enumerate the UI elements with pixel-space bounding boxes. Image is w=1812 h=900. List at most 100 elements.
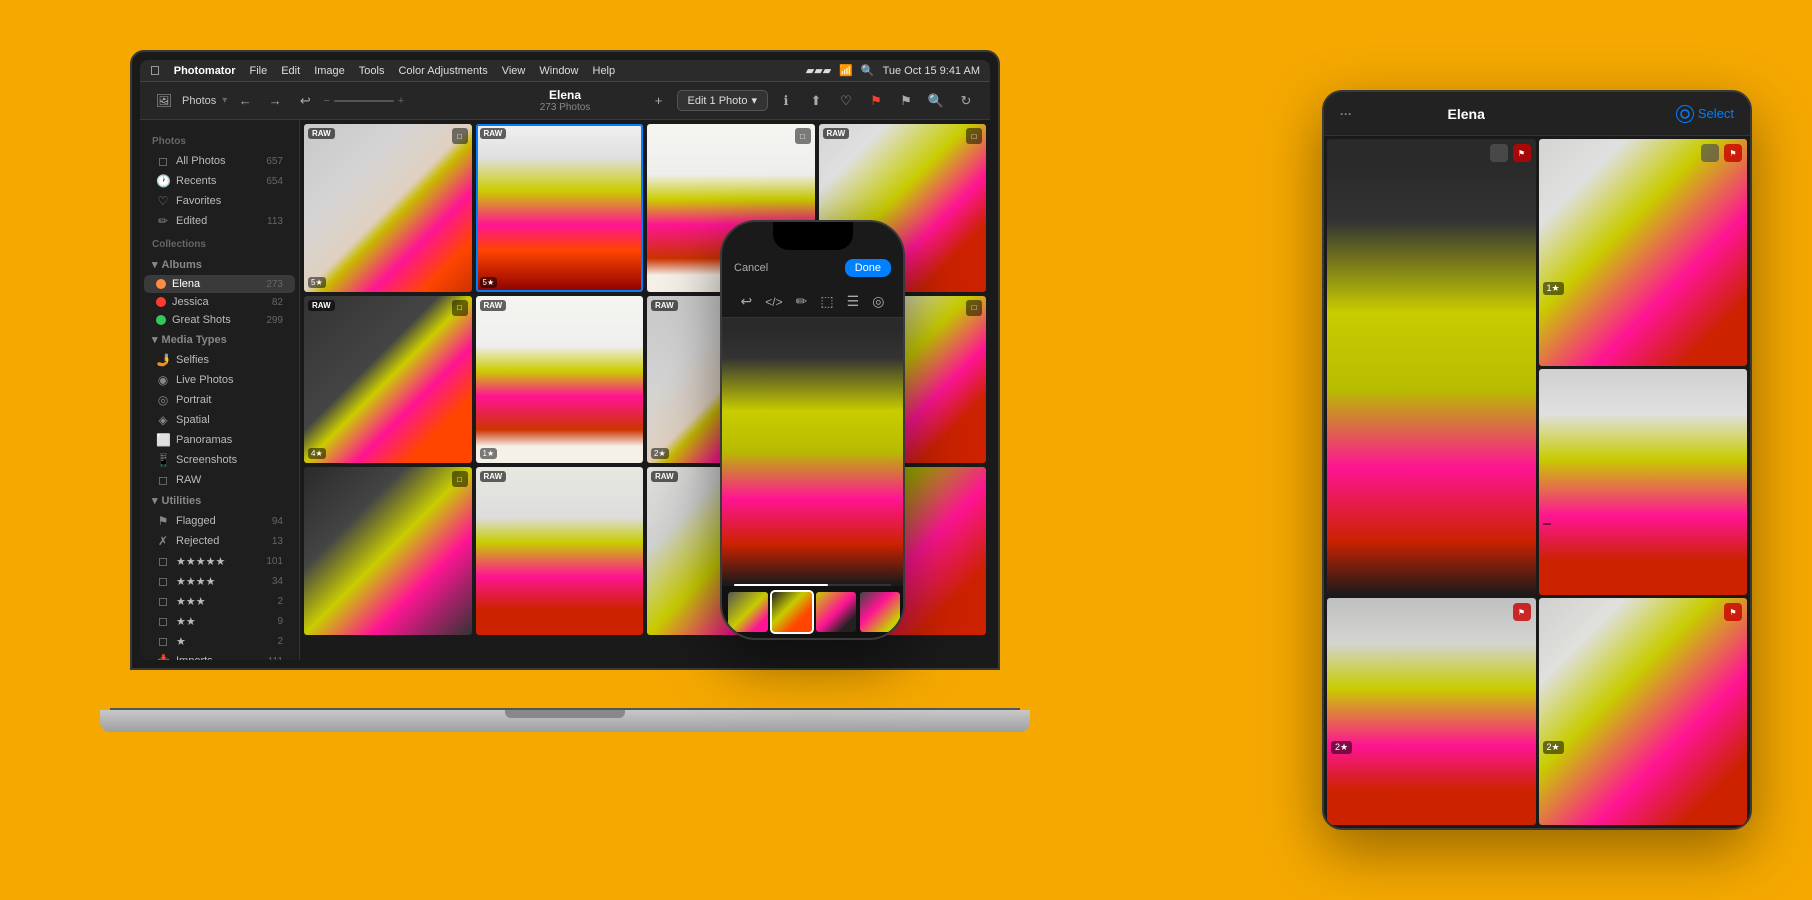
sidebar-item-imports[interactable]: 📥 Imports 111 (144, 651, 295, 660)
photo-cell-2[interactable]: RAW 5★ (476, 124, 644, 292)
iphone-undo-icon[interactable]: ↩ (741, 293, 753, 310)
add-btn[interactable]: + (647, 89, 671, 113)
datetime: Tue Oct 15 9:41 AM (883, 65, 980, 77)
4star-count: 34 (272, 576, 283, 587)
undo-btn[interactable]: ↩ (293, 89, 317, 113)
photo-cell-9[interactable]: □ (304, 467, 472, 635)
sidebar-item-edited[interactable]: ✏ Edited 113 (144, 211, 295, 231)
sidebar-item-jessica[interactable]: Jessica 82 (144, 293, 295, 311)
back-btn[interactable]: ← (233, 89, 257, 113)
panoramas-icon: ⬜ (156, 433, 170, 447)
search-btn[interactable]: 🔍 (924, 89, 948, 113)
iphone-code-icon[interactable]: </> (765, 295, 782, 309)
photo-cell-10[interactable]: RAW (476, 467, 644, 635)
sidebar-item-live-photos[interactable]: ◉ Live Photos (144, 370, 295, 390)
menu-color-adjustments[interactable]: Color Adjustments (398, 65, 487, 77)
favorites-icon: ♡ (156, 194, 170, 208)
sidebar-item-raw[interactable]: ◻ RAW (144, 470, 295, 490)
sidebar-item-flagged[interactable]: ⚑ Flagged 94 (144, 511, 295, 531)
zoom-slider-container: − + (323, 95, 404, 107)
ipad-photo-cell-5[interactable]: ⚑ 2★ (1539, 598, 1748, 825)
ipad-photo-cell-2[interactable]: ⚑ 1★ (1539, 139, 1748, 366)
sidebar-item-1star[interactable]: ◻ ★ 2 (144, 631, 295, 651)
ipad-badge-4-icon: ⚑ (1518, 608, 1525, 617)
sidebar-item-great-shots[interactable]: Great Shots 299 (144, 311, 295, 329)
iphone-done-btn[interactable]: Done (845, 259, 891, 277)
ipad-photo-cell-3[interactable] (1539, 369, 1748, 596)
edit-label: Edit 1 Photo (688, 95, 748, 107)
iphone-notch (773, 222, 853, 250)
ipad-photo-cell-4[interactable]: ⚑ 2★ (1327, 598, 1536, 825)
sidebar-item-portrait[interactable]: ◎ Portrait (144, 390, 295, 410)
zoom-slider[interactable] (334, 100, 394, 102)
sidebar-item-5star[interactable]: ◻ ★★★★★ 101 (144, 551, 295, 571)
sidebar-item-panoramas[interactable]: ⬜ Panoramas (144, 430, 295, 450)
menu-image[interactable]: Image (314, 65, 345, 77)
photo-cell-6[interactable]: RAW 1★ (476, 296, 644, 464)
strip-thumb-2[interactable] (772, 592, 812, 632)
iphone-brush-icon[interactable]: ✏ (796, 293, 808, 310)
edit-dropdown-icon: ▾ (751, 94, 757, 107)
menu-file[interactable]: File (249, 65, 267, 77)
forward-btn[interactable]: → (263, 89, 287, 113)
strip-thumb-1[interactable] (728, 592, 768, 632)
sidebar-item-screenshots[interactable]: 📱 Screenshots (144, 450, 295, 470)
rotate-btn[interactable]: ↻ (954, 89, 978, 113)
spatial-icon: ◈ (156, 413, 170, 427)
rejected-count: 13 (272, 536, 283, 547)
edited-label: Edited (176, 215, 261, 227)
iphone-circle-icon[interactable]: ◎ (872, 293, 884, 310)
search-icon[interactable]: 🔍 (861, 64, 875, 77)
live-photos-label: Live Photos (176, 374, 283, 386)
ipad-photo-cell-1[interactable]: ⚑ (1327, 139, 1536, 595)
flag-btn[interactable]: ⚑ (864, 89, 888, 113)
jessica-dot (156, 297, 166, 307)
photos-source-btn[interactable]: 🖼 (152, 89, 176, 113)
sidebar-item-all-photos[interactable]: ◻ All Photos 657 (144, 151, 295, 171)
iphone-crop-icon[interactable]: ⬚ (820, 293, 833, 310)
strip-thumb-3[interactable] (816, 592, 856, 632)
zoom-plus[interactable]: + (398, 95, 404, 107)
sidebar-item-spatial[interactable]: ◈ Spatial (144, 410, 295, 430)
media-types-disclosure[interactable]: Media Types (140, 329, 299, 350)
sidebar-item-selfies[interactable]: 🤳 Selfies (144, 350, 295, 370)
photos-label[interactable]: Photos (182, 95, 216, 107)
menu-window[interactable]: Window (539, 65, 578, 77)
sidebar-item-favorites[interactable]: ♡ Favorites (144, 191, 295, 211)
ipad-badge-1: ⚑ (1513, 144, 1531, 162)
sidebar-item-3star[interactable]: ◻ ★★★ 2 (144, 591, 295, 611)
iphone-content: Cancel Done ↩ </> ✏ ⬚ ☰ ◎ (722, 222, 903, 638)
heart-btn[interactable]: ♡ (834, 89, 858, 113)
utilities-disclosure[interactable]: Utilities (140, 490, 299, 511)
apple-menu[interactable]:  (150, 63, 160, 78)
photo-cell-1[interactable]: RAW □ 5★ (304, 124, 472, 292)
menu-edit[interactable]: Edit (281, 65, 300, 77)
menu-view[interactable]: View (502, 65, 526, 77)
photo-cell-5[interactable]: RAW □ 4★ (304, 296, 472, 464)
album-count: 273 Photos (540, 102, 591, 113)
app-name[interactable]: Photomator (174, 65, 236, 77)
sidebar-item-rejected[interactable]: ✗ Rejected 13 (144, 531, 295, 551)
sidebar-item-4star[interactable]: ◻ ★★★★ 34 (144, 571, 295, 591)
menu-tools[interactable]: Tools (359, 65, 385, 77)
iphone-list-icon[interactable]: ☰ (847, 293, 860, 310)
iphone-cancel-btn[interactable]: Cancel (734, 262, 768, 274)
info-btn[interactable]: ℹ (774, 89, 798, 113)
sidebar-item-recents[interactable]: 🕐 Recents 654 (144, 171, 295, 191)
ipad-select-btn[interactable]: Select (1676, 105, 1734, 123)
dropdown-icon[interactable]: ▾ (222, 95, 227, 106)
strip-thumb-4[interactable] (860, 592, 900, 632)
sidebar-item-2star[interactable]: ◻ ★★ 9 (144, 611, 295, 631)
pin-btn[interactable]: ⚑ (894, 89, 918, 113)
3star-label: ★★★ (176, 595, 271, 608)
menu-help[interactable]: Help (593, 65, 616, 77)
zoom-minus[interactable]: − (323, 95, 329, 107)
jessica-label: Jessica (172, 296, 266, 308)
mac-menubar:  Photomator File Edit Image Tools Color… (140, 60, 990, 82)
5star-label: ★★★★★ (176, 555, 260, 568)
share-btn[interactable]: ⬆ (804, 89, 828, 113)
edit-photo-btn[interactable]: Edit 1 Photo ▾ (677, 90, 768, 111)
sidebar-item-elena[interactable]: Elena 273 (144, 275, 295, 293)
ipad-stars-3 (1543, 523, 1551, 525)
albums-disclosure[interactable]: Albums (140, 254, 299, 275)
